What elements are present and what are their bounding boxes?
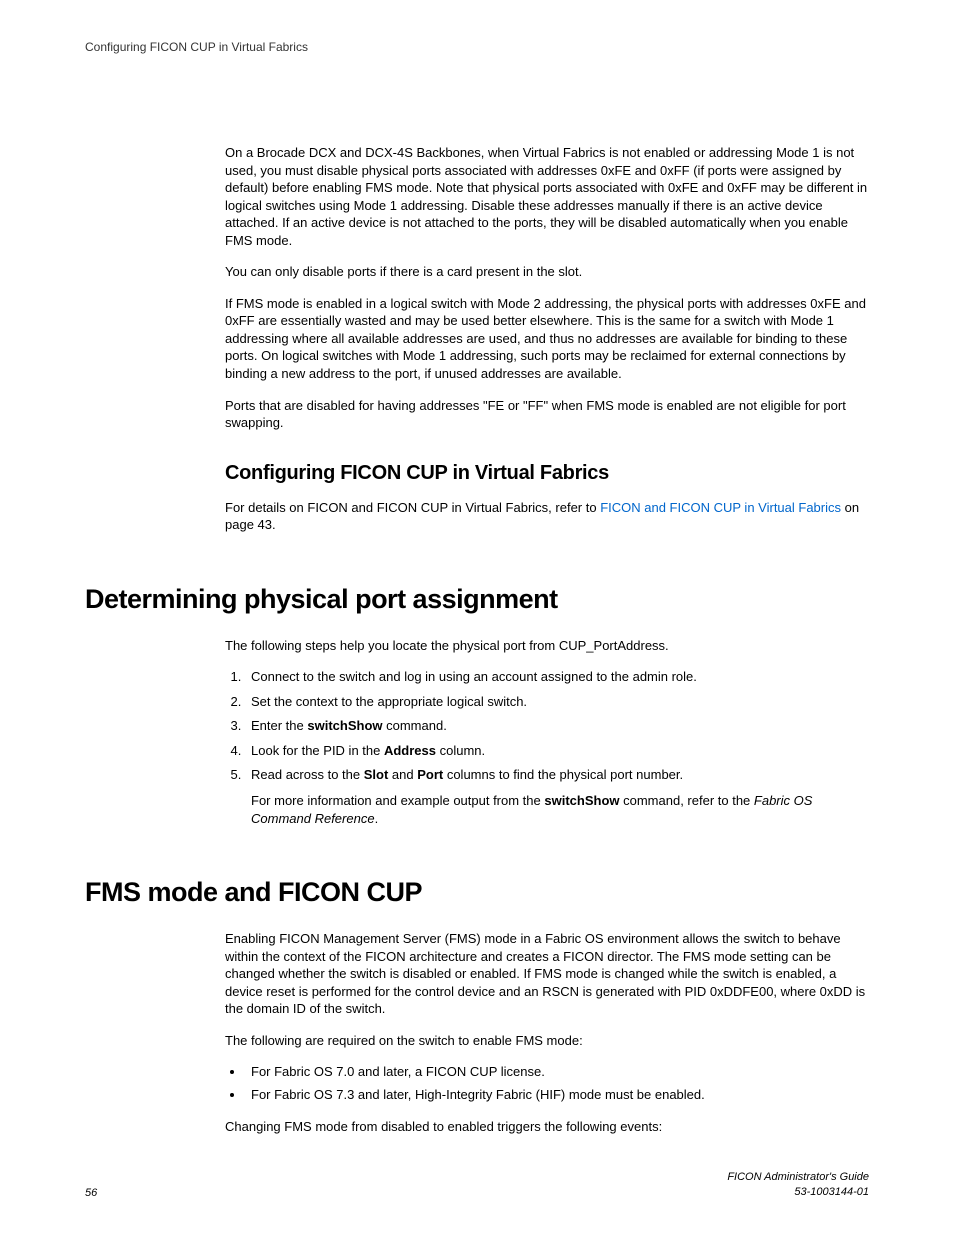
- section-heading-determining: Determining physical port assignment: [85, 584, 869, 615]
- body-content: On a Brocade DCX and DCX-4S Backbones, w…: [85, 144, 869, 1135]
- paragraph: The following steps help you locate the …: [225, 637, 869, 655]
- step-4: Look for the PID in the Address column.: [245, 742, 869, 760]
- paragraph: On a Brocade DCX and DCX-4S Backbones, w…: [225, 144, 869, 249]
- text: .: [375, 811, 379, 826]
- command-name: switchShow: [544, 793, 619, 808]
- paragraph: Ports that are disabled for having addre…: [225, 397, 869, 432]
- footer-doc-info: FICON Administrator's Guide 53-1003144-0…: [727, 1170, 869, 1199]
- text: command, refer to the: [620, 793, 754, 808]
- doc-title: FICON Administrator's Guide: [727, 1170, 869, 1184]
- text: For more information and example output …: [251, 793, 544, 808]
- list-item: For Fabric OS 7.0 and later, a FICON CUP…: [245, 1063, 869, 1081]
- page-footer: 56 FICON Administrator's Guide 53-100314…: [85, 1170, 869, 1199]
- column-name: Port: [417, 767, 443, 782]
- doc-id: 53-1003144-01: [727, 1185, 869, 1199]
- text: For details on FICON and FICON CUP in Vi…: [225, 500, 600, 515]
- section-heading-config: Configuring FICON CUP in Virtual Fabrics: [225, 462, 869, 485]
- text: Read across to the: [251, 767, 364, 782]
- text: command.: [383, 718, 447, 733]
- paragraph: You can only disable ports if there is a…: [225, 263, 869, 281]
- step-note: For more information and example output …: [251, 792, 869, 827]
- column-name: Slot: [364, 767, 389, 782]
- xref-link[interactable]: FICON and FICON CUP in Virtual Fabrics: [600, 500, 841, 515]
- paragraph: For details on FICON and FICON CUP in Vi…: [225, 499, 869, 534]
- paragraph: The following are required on the switch…: [225, 1032, 869, 1050]
- paragraph: Enabling FICON Management Server (FMS) m…: [225, 930, 869, 1018]
- page-number: 56: [85, 1187, 97, 1199]
- step-5: Read across to the Slot and Port columns…: [245, 766, 869, 827]
- text: and: [388, 767, 417, 782]
- column-name: Address: [384, 743, 436, 758]
- text: Look for the PID in the: [251, 743, 384, 758]
- step-2: Set the context to the appropriate logic…: [245, 693, 869, 711]
- text: column.: [436, 743, 485, 758]
- text: Enter the: [251, 718, 307, 733]
- bullet-list: For Fabric OS 7.0 and later, a FICON CUP…: [225, 1063, 869, 1103]
- text: columns to find the physical port number…: [443, 767, 683, 782]
- command-name: switchShow: [307, 718, 382, 733]
- steps-list: Connect to the switch and log in using a…: [225, 668, 869, 827]
- running-header: Configuring FICON CUP in Virtual Fabrics: [85, 40, 869, 54]
- section-heading-fms: FMS mode and FICON CUP: [85, 877, 869, 908]
- paragraph: Changing FMS mode from disabled to enabl…: [225, 1118, 869, 1136]
- list-item: For Fabric OS 7.3 and later, High-Integr…: [245, 1086, 869, 1104]
- step-3: Enter the switchShow command.: [245, 717, 869, 735]
- page-container: Configuring FICON CUP in Virtual Fabrics…: [0, 0, 954, 1235]
- step-1: Connect to the switch and log in using a…: [245, 668, 869, 686]
- paragraph: If FMS mode is enabled in a logical swit…: [225, 295, 869, 383]
